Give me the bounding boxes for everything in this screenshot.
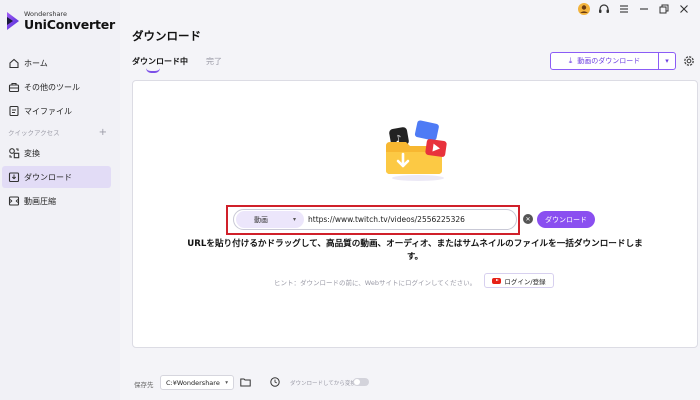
- uniconverter-logo-icon: [7, 12, 19, 30]
- minimize-icon[interactable]: [636, 2, 652, 16]
- chevron-down-icon: ▾: [225, 379, 228, 386]
- sidebar-item-video-compress[interactable]: 動画圧縮: [2, 190, 111, 212]
- tab-downloading[interactable]: ダウンロード中: [132, 56, 188, 73]
- sidebar-item-label: ホーム: [24, 58, 48, 68]
- download-button[interactable]: ダウンロード: [537, 211, 595, 228]
- login-register-button[interactable]: ログイン/登録: [484, 273, 554, 288]
- add-icon[interactable]: +: [99, 127, 111, 138]
- restore-icon[interactable]: [656, 2, 672, 16]
- quick-access-section: クイックアクセス +: [2, 124, 111, 140]
- user-avatar-icon[interactable]: [576, 2, 592, 16]
- close-icon[interactable]: [676, 2, 692, 16]
- file-icon: [9, 105, 19, 117]
- download-type-value: 動画: [254, 215, 268, 224]
- download-video-label: 動画のダウンロード: [577, 57, 641, 65]
- window-controls: [572, 2, 692, 16]
- tab-completed[interactable]: 完了: [206, 56, 222, 67]
- download-tabs: ダウンロード中 完了: [132, 56, 240, 73]
- save-location-select[interactable]: C:¥Wondershare ▾: [160, 375, 234, 390]
- sidebar-item-label: 変換: [24, 148, 40, 158]
- convert-after-download-toggle[interactable]: [353, 378, 369, 386]
- sidebar-item-download[interactable]: ダウンロード: [2, 166, 111, 188]
- folder-icon[interactable]: [240, 377, 251, 387]
- download-arrow-icon: ⤓: [568, 56, 573, 65]
- sidebar-nav: ホーム その他のツール マイファイル クイックアクセス + 変換 ダウンロード …: [0, 50, 120, 214]
- download-illustration-icon: ♪: [386, 120, 447, 181]
- convert-after-download-label: ダウンロードしてから変換: [290, 381, 356, 387]
- toolbox-icon: [8, 82, 20, 93]
- download-type-select[interactable]: 動画 ▾: [236, 211, 304, 228]
- save-location-value: C:¥Wondershare: [166, 378, 220, 387]
- quick-access-label: クイックアクセス: [8, 129, 60, 137]
- sidebar-item-home[interactable]: ホーム: [2, 52, 111, 74]
- chevron-down-icon[interactable]: ▾: [659, 53, 675, 69]
- compress-icon: [8, 196, 20, 206]
- download-icon: [8, 172, 20, 183]
- chevron-down-icon: ▾: [292, 216, 296, 223]
- clock-icon[interactable]: [270, 377, 280, 387]
- sidebar-item-label: 動画圧縮: [24, 196, 56, 206]
- page-title: ダウンロード: [132, 29, 201, 43]
- headset-icon[interactable]: [596, 2, 612, 16]
- login-register-label: ログイン/登録: [504, 277, 546, 286]
- download-video-button[interactable]: ⤓ 動画のダウンロード: [551, 53, 659, 69]
- save-location-label: 保存先: [134, 381, 154, 389]
- sidebar-item-label: ダウンロード: [24, 172, 72, 182]
- menu-icon[interactable]: [616, 2, 632, 16]
- sidebar-item-label: マイファイル: [24, 106, 72, 116]
- sidebar-item-label: その他のツール: [24, 82, 80, 92]
- gear-icon[interactable]: [682, 54, 696, 68]
- clear-url-icon[interactable]: ✕: [523, 214, 533, 224]
- product-name: UniConverter: [24, 17, 116, 32]
- login-hint-text: ヒント：ダウンロードの前に、Webサイトにログインしてください。: [274, 279, 477, 287]
- instructions-text: URLを貼り付けるかドラッグして、高品質の動画、オーディオ、またはサムネイルのフ…: [187, 239, 643, 262]
- youtube-icon: [492, 277, 502, 284]
- bottom-bar: 保存先 C:¥Wondershare ▾ ダウンロードしてから変換: [120, 364, 700, 400]
- sidebar: Wondershare UniConverter ホーム その他のツール マイフ…: [0, 0, 120, 400]
- sidebar-item-convert[interactable]: 変換: [2, 142, 111, 164]
- home-icon: [9, 58, 19, 69]
- download-video-split-button: ⤓ 動画のダウンロード ▾: [550, 52, 676, 70]
- sidebar-item-other-tools[interactable]: その他のツール: [2, 76, 111, 98]
- url-input-value[interactable]: https://www.twitch.tv/videos/2556225326: [308, 215, 465, 224]
- sidebar-item-my-files[interactable]: マイファイル: [2, 100, 111, 122]
- app-logo: Wondershare UniConverter: [6, 10, 115, 32]
- convert-icon: [9, 148, 20, 159]
